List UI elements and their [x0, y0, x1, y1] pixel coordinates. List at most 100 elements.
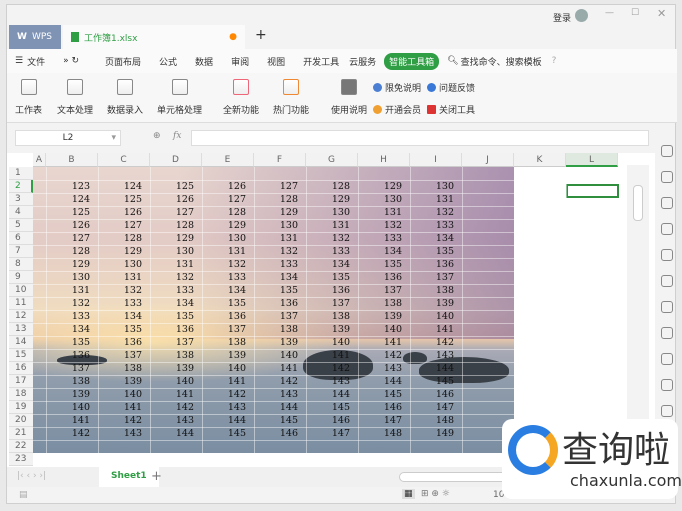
- cell-E10[interactable]: 134: [202, 284, 254, 297]
- cell-H4[interactable]: 131: [358, 206, 410, 219]
- column-header-K[interactable]: K: [514, 153, 566, 167]
- cell-E4[interactable]: 128: [202, 206, 254, 219]
- cell-D2[interactable]: 125: [150, 180, 202, 193]
- cell-G6[interactable]: 132: [306, 232, 358, 245]
- cell-I4[interactable]: 132: [410, 206, 462, 219]
- name-box[interactable]: L2 ▾: [15, 130, 121, 146]
- cell-G10[interactable]: 136: [306, 284, 358, 297]
- cell-D3[interactable]: 126: [150, 193, 202, 206]
- selected-cell-l2[interactable]: [566, 184, 619, 198]
- cell-H13[interactable]: 140: [358, 323, 410, 336]
- row-header-1[interactable]: 1: [9, 167, 33, 180]
- login-link[interactable]: 登录: [553, 11, 571, 24]
- cell-C18[interactable]: 140: [98, 388, 150, 401]
- cell-B10[interactable]: 131: [46, 284, 98, 297]
- cell-H2[interactable]: 129: [358, 180, 410, 193]
- cell-I12[interactable]: 140: [410, 310, 462, 323]
- cell-B19[interactable]: 140: [46, 401, 98, 414]
- row-header-9[interactable]: 9: [9, 271, 33, 284]
- cell-I13[interactable]: 141: [410, 323, 462, 336]
- cell-F12[interactable]: 137: [254, 310, 306, 323]
- cell-H8[interactable]: 135: [358, 258, 410, 271]
- cell-E9[interactable]: 133: [202, 271, 254, 284]
- cell-C9[interactable]: 131: [98, 271, 150, 284]
- cell-C4[interactable]: 126: [98, 206, 150, 219]
- cell-H7[interactable]: 134: [358, 245, 410, 258]
- archive-icon[interactable]: [661, 379, 673, 391]
- avatar-icon[interactable]: [575, 9, 588, 22]
- cell-D21[interactable]: 144: [150, 427, 202, 440]
- cell-I19[interactable]: 147: [410, 401, 462, 414]
- cell-H17[interactable]: 144: [358, 375, 410, 388]
- cell-B7[interactable]: 128: [46, 245, 98, 258]
- cell-D5[interactable]: 128: [150, 219, 202, 232]
- cell-H20[interactable]: 147: [358, 414, 410, 427]
- cell-I6[interactable]: 134: [410, 232, 462, 245]
- cell-B21[interactable]: 142: [46, 427, 98, 440]
- filter-icon[interactable]: [661, 223, 673, 235]
- cell-G9[interactable]: 135: [306, 271, 358, 284]
- row-header-16[interactable]: 16: [9, 362, 33, 375]
- cell-D9[interactable]: 132: [150, 271, 202, 284]
- new-features-button[interactable]: 全新功能: [223, 79, 259, 116]
- menu-cloud[interactable]: 云服务: [349, 55, 376, 68]
- cell-G12[interactable]: 138: [306, 310, 358, 323]
- cell-F16[interactable]: 141: [254, 362, 306, 375]
- new-tab-button[interactable]: +: [255, 27, 267, 43]
- feedback-link[interactable]: 问题反馈: [427, 81, 475, 94]
- cell-H3[interactable]: 130: [358, 193, 410, 206]
- text-process-button[interactable]: 文本处理: [57, 79, 93, 116]
- cell-E11[interactable]: 135: [202, 297, 254, 310]
- row-header-7[interactable]: 7: [9, 245, 33, 258]
- cell-C7[interactable]: 129: [98, 245, 150, 258]
- cell-B5[interactable]: 126: [46, 219, 98, 232]
- cell-H6[interactable]: 133: [358, 232, 410, 245]
- cell-C8[interactable]: 130: [98, 258, 150, 271]
- row-header-14[interactable]: 14: [9, 336, 33, 349]
- cell-H15[interactable]: 142: [358, 349, 410, 362]
- fx-icon[interactable]: fx: [173, 131, 181, 141]
- data-entry-button[interactable]: 数据录入: [107, 79, 143, 116]
- row-header-10[interactable]: 10: [9, 284, 33, 297]
- cell-I11[interactable]: 139: [410, 297, 462, 310]
- free-info-link[interactable]: 限免说明: [373, 81, 421, 94]
- cell-E20[interactable]: 144: [202, 414, 254, 427]
- cell-D8[interactable]: 131: [150, 258, 202, 271]
- cell-G5[interactable]: 131: [306, 219, 358, 232]
- cell-D18[interactable]: 141: [150, 388, 202, 401]
- cell-I5[interactable]: 133: [410, 219, 462, 232]
- cell-H12[interactable]: 139: [358, 310, 410, 323]
- cell-I7[interactable]: 135: [410, 245, 462, 258]
- cell-D12[interactable]: 135: [150, 310, 202, 323]
- cell-C11[interactable]: 133: [98, 297, 150, 310]
- sheet-tab-sheet1[interactable]: Sheet1: [99, 467, 159, 487]
- cell-I10[interactable]: 138: [410, 284, 462, 297]
- cell-H14[interactable]: 141: [358, 336, 410, 349]
- cell-B12[interactable]: 133: [46, 310, 98, 323]
- cell-B20[interactable]: 141: [46, 414, 98, 427]
- row-header-6[interactable]: 6: [9, 232, 33, 245]
- cell-D10[interactable]: 133: [150, 284, 202, 297]
- cell-F17[interactable]: 142: [254, 375, 306, 388]
- cell-H21[interactable]: 148: [358, 427, 410, 440]
- cell-H16[interactable]: 143: [358, 362, 410, 375]
- normal-view-icon[interactable]: ▦: [402, 489, 415, 499]
- close-tool-link[interactable]: 关闭工具: [427, 103, 475, 116]
- cell-I20[interactable]: 148: [410, 414, 462, 427]
- cell-E17[interactable]: 141: [202, 375, 254, 388]
- menu-review[interactable]: 审阅: [231, 55, 249, 68]
- cell-H5[interactable]: 132: [358, 219, 410, 232]
- cell-E18[interactable]: 142: [202, 388, 254, 401]
- cell-F2[interactable]: 127: [254, 180, 306, 193]
- cell-G13[interactable]: 139: [306, 323, 358, 336]
- row-header-19[interactable]: 19: [9, 401, 33, 414]
- cell-C5[interactable]: 127: [98, 219, 150, 232]
- cell-B9[interactable]: 130: [46, 271, 98, 284]
- row-header-17[interactable]: 17: [9, 375, 33, 388]
- formula-input[interactable]: [191, 130, 649, 146]
- column-header-F[interactable]: F: [254, 153, 306, 167]
- cell-G16[interactable]: 142: [306, 362, 358, 375]
- add-sheet-button[interactable]: +: [151, 469, 162, 484]
- row-header-3[interactable]: 3: [9, 193, 33, 206]
- column-header-C[interactable]: C: [98, 153, 150, 167]
